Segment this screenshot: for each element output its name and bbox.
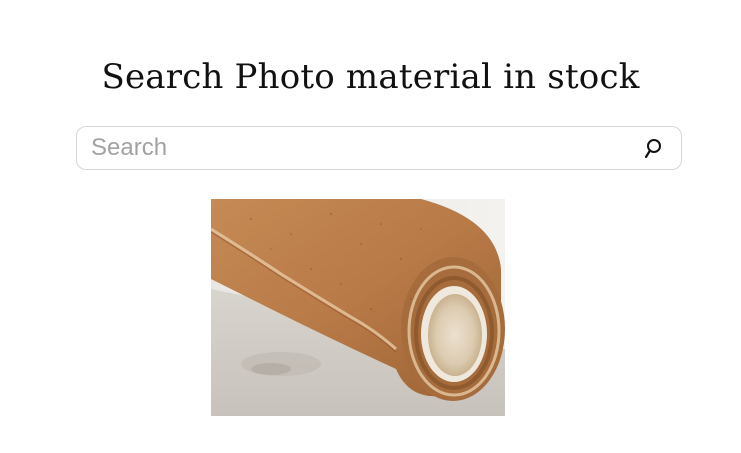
search-input[interactable]: [91, 127, 631, 169]
search-icon[interactable]: [643, 138, 663, 160]
cork-roll-image: [211, 199, 505, 416]
cork-roll-photo[interactable]: [211, 199, 505, 416]
page: Search Photo material in stock: [0, 0, 741, 453]
page-title: Search Photo material in stock: [101, 57, 640, 97]
search-bar[interactable]: [76, 126, 682, 170]
